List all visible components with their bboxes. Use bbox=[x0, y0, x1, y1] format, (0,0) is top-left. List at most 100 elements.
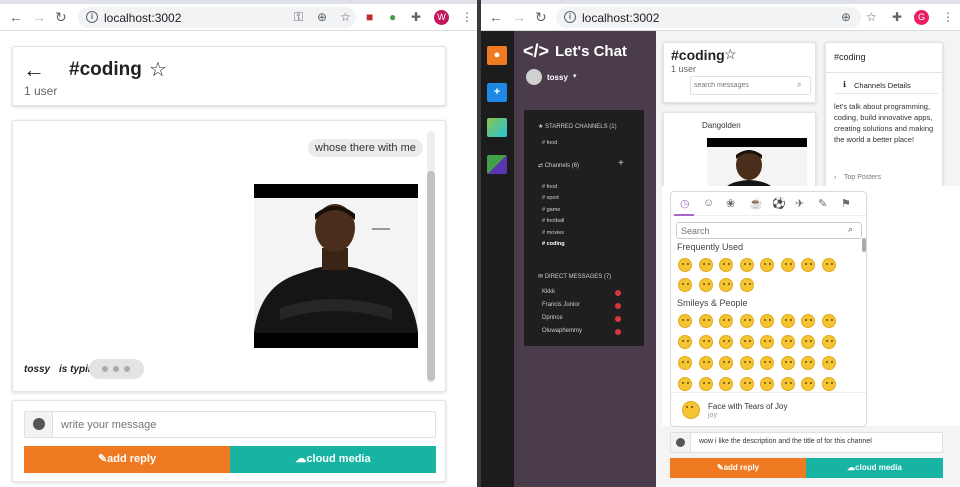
profile-avatar[interactable]: W bbox=[434, 10, 449, 25]
emoji-item[interactable] bbox=[780, 356, 795, 370]
emoji-item[interactable] bbox=[801, 314, 815, 328]
scrollbar-thumb[interactable] bbox=[427, 171, 435, 381]
travel-icon[interactable]: ✈ bbox=[795, 197, 804, 210]
theme-swatch-2[interactable] bbox=[487, 155, 507, 174]
reload-icon[interactable]: ↻ bbox=[55, 10, 67, 24]
zoom-icon[interactable]: ⊕ bbox=[317, 11, 327, 24]
search-input[interactable] bbox=[694, 79, 790, 92]
profile-avatar[interactable]: G bbox=[914, 10, 929, 25]
menu-dots-icon[interactable]: ⋮ bbox=[461, 11, 473, 24]
animals-icon[interactable]: ❀ bbox=[726, 197, 735, 210]
add-reply-button[interactable]: ✎add reply bbox=[24, 446, 230, 473]
emoji-item[interactable] bbox=[719, 314, 733, 328]
emoji-item[interactable] bbox=[780, 314, 795, 328]
user-avatar[interactable] bbox=[526, 69, 542, 85]
emoji-item[interactable] bbox=[698, 335, 713, 349]
emoji-item[interactable] bbox=[719, 377, 733, 391]
emoji-toggle[interactable] bbox=[25, 412, 53, 437]
emoji-search-input[interactable] bbox=[681, 225, 841, 237]
recent-icon[interactable]: ◷ bbox=[680, 197, 690, 210]
emoji-item[interactable] bbox=[760, 258, 774, 272]
emoji-item[interactable] bbox=[780, 377, 795, 391]
food-icon[interactable]: ☕ bbox=[749, 197, 763, 210]
shared-image[interactable] bbox=[707, 138, 807, 193]
key-icon[interactable]: ⚿ bbox=[294, 11, 303, 24]
star-icon[interactable]: ☆ bbox=[866, 11, 877, 24]
emoji-item[interactable] bbox=[698, 314, 713, 328]
emoji-item[interactable] bbox=[821, 356, 836, 370]
emoji-item[interactable] bbox=[760, 314, 774, 328]
shared-image[interactable] bbox=[254, 184, 418, 348]
extension-green-icon[interactable]: ● bbox=[389, 11, 396, 24]
channel-item-active[interactable]: # coding bbox=[542, 241, 565, 247]
dm-item[interactable]: Oluwaphemmy bbox=[542, 328, 582, 334]
forward-arrow-icon[interactable]: → bbox=[512, 10, 526, 24]
caret-down-icon[interactable]: ▾ bbox=[573, 72, 577, 80]
theme-swatch-1[interactable] bbox=[487, 118, 507, 137]
channel-item[interactable]: # football bbox=[542, 218, 564, 224]
back-arrow-icon[interactable]: ← bbox=[9, 10, 23, 24]
star-icon[interactable]: ☆ bbox=[724, 46, 737, 63]
emoji-item[interactable] bbox=[678, 356, 692, 370]
search-icon[interactable]: ⌕ bbox=[797, 80, 801, 90]
emoji-item[interactable] bbox=[678, 258, 692, 272]
emoji-item[interactable] bbox=[821, 335, 836, 349]
cloud-media-button[interactable]: ☁cloud media bbox=[806, 458, 943, 478]
add-channel-icon[interactable]: + bbox=[618, 158, 624, 169]
site-info-icon[interactable]: i bbox=[86, 11, 98, 23]
emoji-item[interactable] bbox=[719, 258, 733, 272]
emoji-item[interactable] bbox=[801, 258, 815, 272]
back-arrow-icon[interactable]: ← bbox=[23, 57, 45, 83]
emoji-item[interactable] bbox=[739, 335, 754, 349]
emoji-scrollbar-thumb[interactable] bbox=[862, 238, 866, 252]
zoom-icon[interactable]: ⊕ bbox=[841, 11, 851, 24]
emoji-item[interactable] bbox=[739, 314, 754, 328]
cloud-media-button[interactable]: ☁cloud media bbox=[230, 446, 436, 473]
username[interactable]: tossy bbox=[547, 73, 568, 82]
emoji-item[interactable] bbox=[821, 314, 836, 328]
emoji-item[interactable] bbox=[801, 335, 815, 349]
workspace-icon[interactable]: ● bbox=[487, 46, 507, 65]
scrollbar-track[interactable] bbox=[427, 131, 435, 383]
extension-red-icon[interactable]: ■ bbox=[366, 11, 373, 24]
emoji-item[interactable] bbox=[719, 278, 733, 292]
emoji-item[interactable] bbox=[678, 335, 692, 349]
dm-item[interactable]: Francis Junior bbox=[542, 302, 580, 308]
forward-arrow-icon[interactable]: → bbox=[32, 10, 46, 24]
emoji-item[interactable] bbox=[698, 258, 713, 272]
smileys-icon[interactable]: ☺ bbox=[703, 197, 714, 209]
add-workspace-icon[interactable]: + bbox=[487, 83, 507, 102]
emoji-item[interactable] bbox=[698, 278, 713, 292]
dm-item[interactable]: Kkkk bbox=[542, 289, 555, 295]
emoji-item[interactable] bbox=[678, 314, 692, 328]
message-input[interactable] bbox=[55, 414, 433, 435]
channel-item[interactable]: # sport bbox=[542, 195, 559, 201]
emoji-item[interactable] bbox=[801, 377, 815, 391]
activity-icon[interactable]: ⚽ bbox=[772, 197, 786, 210]
emoji-item[interactable] bbox=[780, 335, 795, 349]
flags-icon[interactable]: ⚑ bbox=[841, 197, 851, 210]
address-bar[interactable]: i localhost:3002 bbox=[78, 7, 356, 28]
objects-icon[interactable]: ✎ bbox=[818, 197, 827, 210]
back-arrow-icon[interactable]: ← bbox=[489, 10, 503, 24]
top-posters-label[interactable]: Top Posters bbox=[844, 174, 881, 181]
emoji-item[interactable] bbox=[698, 377, 713, 391]
emoji-item[interactable] bbox=[760, 377, 774, 391]
emoji-toggle[interactable] bbox=[671, 433, 691, 452]
puzzle-icon[interactable]: ✚ bbox=[411, 11, 421, 24]
emoji-item[interactable] bbox=[739, 377, 754, 391]
channel-item[interactable]: # movies bbox=[542, 230, 564, 236]
address-bar[interactable]: i localhost:3002 bbox=[556, 7, 861, 28]
dm-item[interactable]: Dprince bbox=[542, 315, 563, 321]
message-input[interactable]: wow i like the description and the title… bbox=[699, 438, 872, 445]
emoji-item[interactable] bbox=[678, 278, 692, 292]
add-reply-button[interactable]: ✎add reply bbox=[670, 458, 806, 478]
emoji-item[interactable] bbox=[739, 278, 754, 292]
menu-dots-icon[interactable]: ⋮ bbox=[942, 11, 954, 24]
emoji-item[interactable] bbox=[821, 377, 836, 391]
puzzle-icon[interactable]: ✚ bbox=[892, 11, 902, 24]
channel-item[interactable]: # game bbox=[542, 207, 560, 213]
emoji-item[interactable] bbox=[719, 356, 733, 370]
emoji-item[interactable] bbox=[821, 258, 836, 272]
emoji-item[interactable] bbox=[780, 258, 795, 272]
